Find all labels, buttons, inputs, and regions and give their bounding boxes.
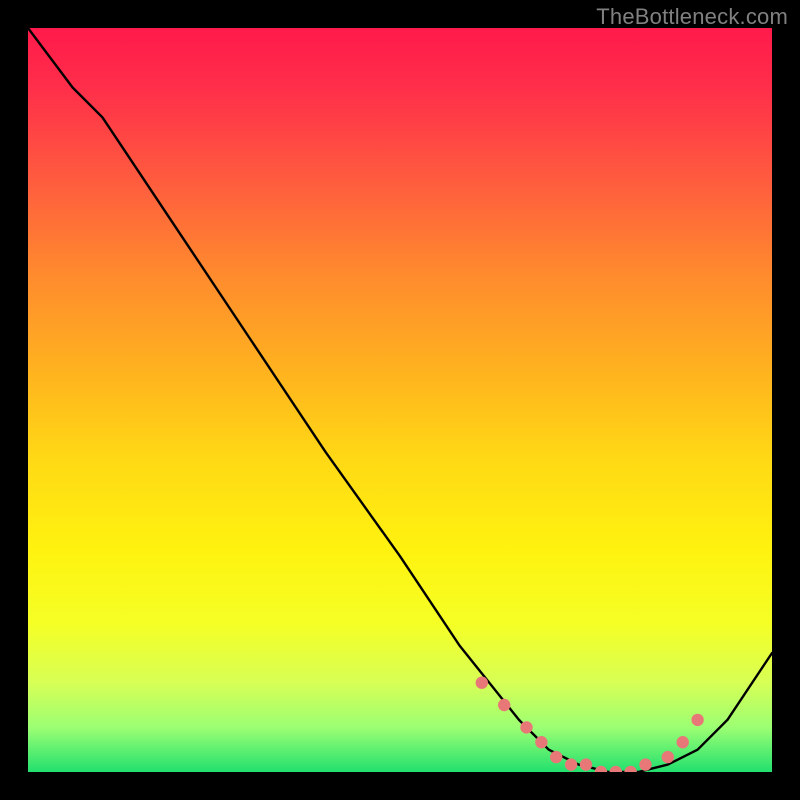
marker-dot xyxy=(610,766,622,772)
marker-dot xyxy=(595,766,607,772)
chart-frame: TheBottleneck.com xyxy=(0,0,800,800)
marker-dot xyxy=(550,751,562,763)
marker-dot xyxy=(662,751,674,763)
marker-dot xyxy=(520,721,532,733)
marker-dot xyxy=(677,736,689,748)
marker-dot xyxy=(639,758,651,770)
marker-dot xyxy=(498,699,510,711)
marker-dot xyxy=(565,758,577,770)
watermark-text: TheBottleneck.com xyxy=(596,4,788,30)
curve-svg xyxy=(28,28,772,772)
curve-line-group xyxy=(28,28,772,772)
marker-dot xyxy=(535,736,547,748)
marker-dot xyxy=(691,714,703,726)
marker-dot xyxy=(580,758,592,770)
plot-area xyxy=(28,28,772,772)
bottleneck-curve xyxy=(28,28,772,772)
marker-group xyxy=(476,677,704,773)
marker-dot xyxy=(624,766,636,772)
marker-dot xyxy=(476,677,488,689)
